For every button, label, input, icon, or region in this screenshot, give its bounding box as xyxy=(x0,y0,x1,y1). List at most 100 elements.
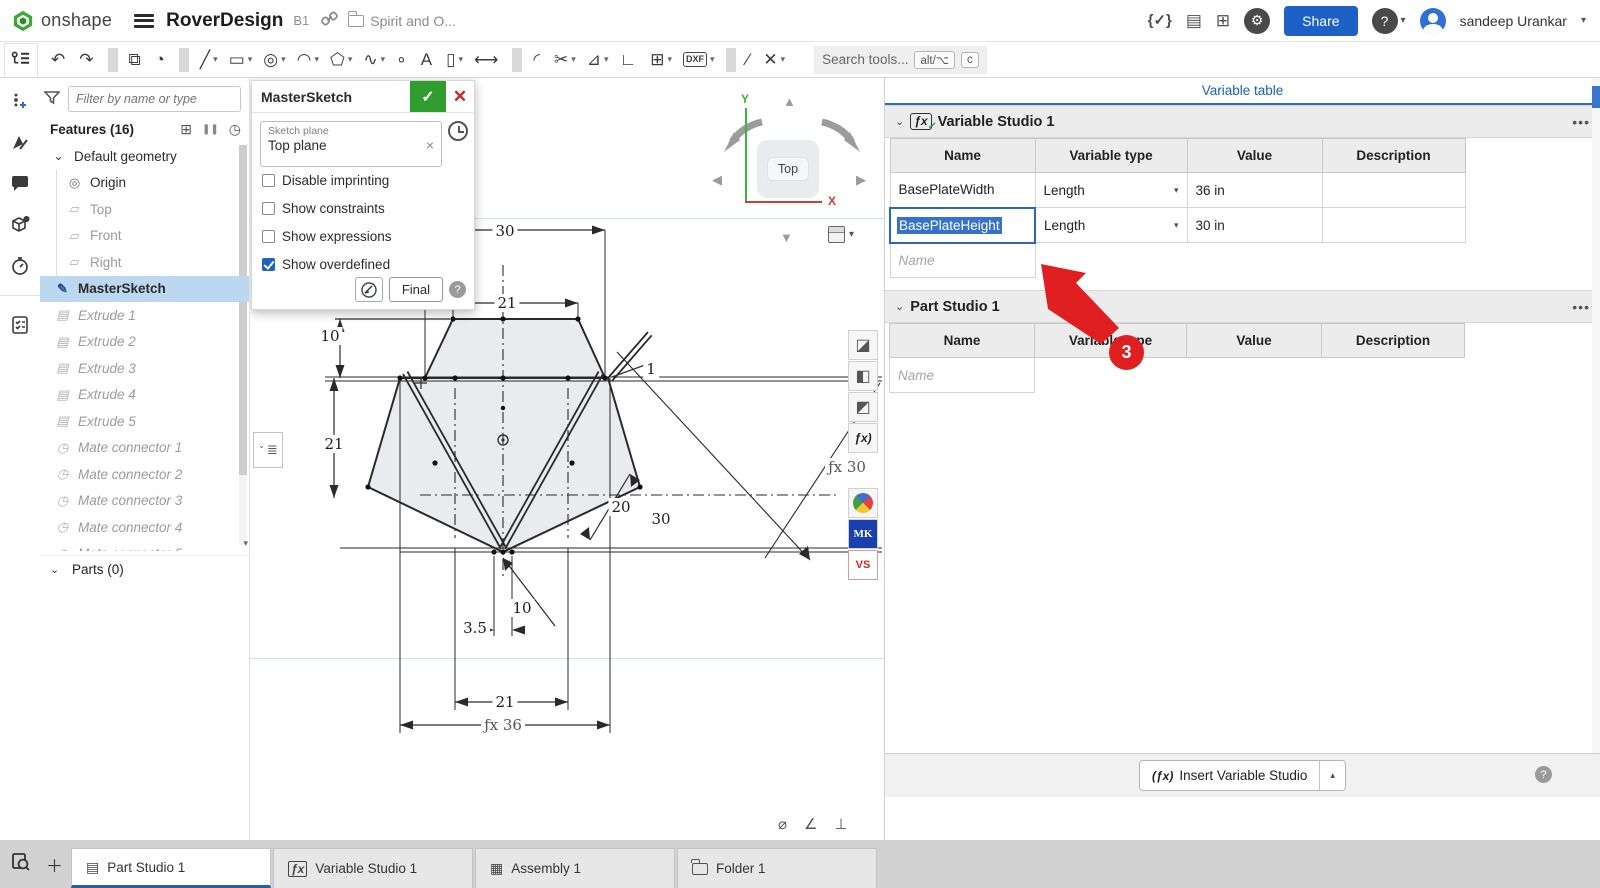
column-header-name[interactable]: Name xyxy=(890,324,1035,358)
toolbar-tool[interactable] xyxy=(108,48,118,72)
edit-appearance-icon[interactable] xyxy=(8,131,32,155)
feature-tree-item[interactable]: ◷ Mate connector 1 xyxy=(40,435,249,462)
cancel-button[interactable]: ✕ xyxy=(446,81,474,112)
create-folder-icon[interactable]: ⊞ xyxy=(180,121,192,138)
apps-grid-icon[interactable]: ⊞ xyxy=(1216,12,1230,29)
toolbar-tool[interactable]: ⟷ xyxy=(469,45,506,75)
dimension-value[interactable]: 1 xyxy=(643,360,659,378)
filter-icon[interactable] xyxy=(44,90,60,109)
featurescript-icon[interactable]: {✓} xyxy=(1148,13,1172,28)
feature-tree-item[interactable]: ▱ Right xyxy=(40,249,249,276)
feature-list-toggle[interactable] xyxy=(4,43,38,77)
checkbox[interactable] xyxy=(262,174,275,187)
canvas-side-tab[interactable]: ◪ xyxy=(848,330,878,360)
checkbox[interactable] xyxy=(262,202,275,215)
search-tools[interactable]: Search tools... alt/⌥ c xyxy=(814,46,987,74)
section-chevron-icon[interactable]: ⌄ xyxy=(895,115,904,128)
accept-button[interactable]: ✓ xyxy=(410,81,446,112)
comments-icon[interactable] xyxy=(8,172,32,196)
feature-tree-item[interactable]: ◷ Mate connector 2 xyxy=(40,461,249,488)
angle-measure-icon[interactable]: ∠ xyxy=(804,815,817,833)
section-chevron-icon[interactable]: ⌄ xyxy=(895,300,904,313)
column-header-value[interactable]: Value xyxy=(1187,324,1322,358)
rotate-right-icon[interactable]: ▶ xyxy=(856,172,866,188)
feature-tree-item[interactable]: ◷ Mate connector 3 xyxy=(40,488,249,515)
help-menu[interactable]: ? ▾ xyxy=(1372,8,1406,34)
document-tab[interactable]: ƒx Variable Studio 1 xyxy=(273,848,473,888)
feature-tree-item[interactable]: ◷ Mate connector 5 xyxy=(40,541,249,552)
view-options-button[interactable]: ▾ xyxy=(828,226,854,243)
toolbar-tool[interactable] xyxy=(512,48,522,72)
parts-section[interactable]: ⌄ Parts (0) xyxy=(40,555,249,583)
performance-icon[interactable] xyxy=(8,254,32,278)
feature-tree-item[interactable]: ▱ Top xyxy=(40,196,249,223)
new-tab-icon[interactable]: ＋ xyxy=(46,852,63,877)
toolbar-tool[interactable]: ⬠ ▾ xyxy=(325,45,357,75)
rotate-left-icon[interactable]: ◀ xyxy=(712,172,722,188)
dialog-checkbox-row[interactable]: Show constraints xyxy=(262,201,385,216)
dimension-value[interactable]: ƒx 36 xyxy=(481,716,525,734)
column-header-name[interactable]: Name xyxy=(890,139,1035,173)
version-label[interactable]: B1 xyxy=(293,13,309,28)
dialog-checkbox-row[interactable]: Show overdefined xyxy=(262,257,390,272)
canvas-side-tab[interactable] xyxy=(848,488,878,518)
dimension-value[interactable]: 21 xyxy=(321,435,346,453)
toolbar-tool[interactable]: ∘ xyxy=(391,45,415,75)
variable-description-cell[interactable] xyxy=(1322,173,1465,208)
checkbox[interactable] xyxy=(262,230,275,243)
share-button[interactable]: Share xyxy=(1284,6,1357,36)
toolbar-tool[interactable]: ∟ xyxy=(615,45,645,75)
variable-value-cell[interactable]: 36 in xyxy=(1187,173,1322,208)
new-variable-name-cell[interactable]: Name xyxy=(890,358,1035,393)
mass-properties-icon[interactable]: ⊥ xyxy=(834,815,847,833)
document-tab[interactable]: ▦ Assembly 1 xyxy=(475,848,675,888)
document-tab[interactable]: Folder 1 xyxy=(677,848,877,888)
dimension-value[interactable]: 21 xyxy=(494,294,519,312)
learning-center-icon[interactable]: ⚙ xyxy=(1244,8,1270,34)
user-menu-caret-icon[interactable]: ▾ xyxy=(1581,15,1586,26)
user-avatar[interactable] xyxy=(1420,8,1446,34)
view-cube-face[interactable]: Top xyxy=(757,140,819,198)
toolbar-tool[interactable]: ▯ ▾ xyxy=(441,45,468,75)
feature-tree-item[interactable]: ✎ MasterSketch xyxy=(40,276,249,303)
dialog-help-icon[interactable]: ? xyxy=(449,281,466,298)
link-icon[interactable] xyxy=(321,10,338,32)
toolbar-tool[interactable]: ╱ ▾ xyxy=(195,45,223,75)
canvas-side-tab[interactable]: VS xyxy=(848,550,878,580)
panel-list-icon[interactable]: ▤ xyxy=(1186,12,1202,29)
toolbar-tool[interactable]: ✂ ▾ xyxy=(549,45,581,75)
feature-tree-item[interactable]: ▤ Extrude 4 xyxy=(40,382,249,409)
variable-description-cell[interactable] xyxy=(1322,208,1465,243)
checkbox[interactable] xyxy=(262,258,275,271)
onshape-logo[interactable]: onshape xyxy=(0,10,122,32)
graphics-canvas[interactable]: 30 21 10 21 1 20 30 10 3.5 21 ƒx 36 xyxy=(250,78,884,840)
workspace-breadcrumb[interactable]: Spirit and O... xyxy=(348,13,456,29)
canvas-side-tab[interactable]: ◩ xyxy=(848,392,878,422)
toolbar-tool[interactable]: ◔ xyxy=(150,45,173,75)
dimension-value[interactable]: 10 xyxy=(317,327,342,345)
variable-name-cell-editing[interactable]: BasePlateHeight xyxy=(890,208,1035,243)
feature-tree-item[interactable]: ▱ Front xyxy=(40,223,249,250)
help-cube-icon[interactable]: ? xyxy=(8,213,32,237)
column-header-type[interactable]: Variable type xyxy=(1035,139,1187,173)
insert-feature-icon[interactable] xyxy=(8,90,32,114)
feature-tree-item[interactable]: ▤ Extrude 2 xyxy=(40,329,249,356)
dimension-value[interactable]: 30 xyxy=(492,222,517,240)
section-menu-icon[interactable]: ••• xyxy=(1572,114,1590,130)
feature-tree-item[interactable]: ▤ Extrude 5 xyxy=(40,408,249,435)
canvas-side-tab[interactable]: ƒx) xyxy=(848,423,878,453)
dimension-value[interactable]: 3.5 xyxy=(460,619,490,637)
toolbar-tool[interactable]: ⧉ xyxy=(124,45,149,75)
tape-measure-icon[interactable]: ⌀ xyxy=(778,815,787,833)
variable-name-cell[interactable]: BasePlateWidth xyxy=(890,173,1035,208)
dimension-list-flyout-button[interactable]: ⌄ ≣ xyxy=(253,432,283,468)
checklist-icon[interactable] xyxy=(8,313,32,337)
dimension-value[interactable]: 10 xyxy=(509,599,534,617)
part-studio-section-header[interactable]: ⌄ Part Studio 1 ••• xyxy=(885,290,1600,323)
toolbar-tool[interactable]: ⊞ ▾ xyxy=(645,45,677,75)
variable-type-cell[interactable]: Length▾ xyxy=(1035,208,1187,243)
document-tab[interactable]: ▤ Part Studio 1 xyxy=(71,848,271,888)
toolbar-tool[interactable]: ↷ xyxy=(74,45,101,75)
toolbar-tool[interactable]: ✕ ▾ xyxy=(758,45,790,75)
rotate-down-icon[interactable]: ▼ xyxy=(780,230,793,245)
